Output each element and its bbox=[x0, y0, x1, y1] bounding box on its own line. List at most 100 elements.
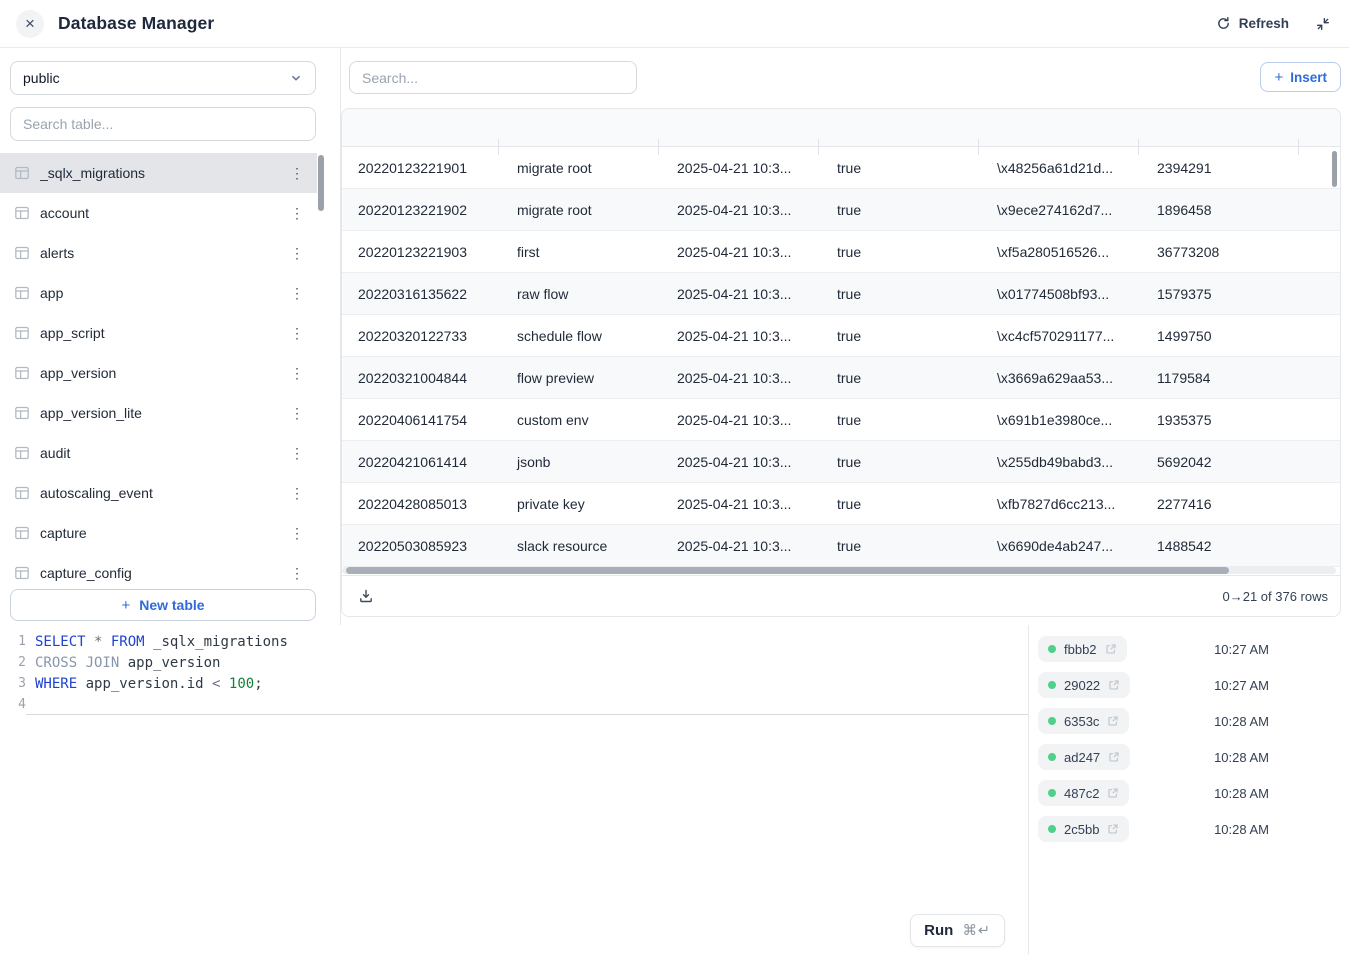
sidebar-table-item[interactable]: app ⋮ bbox=[0, 273, 317, 313]
kebab-menu-icon[interactable]: ⋮ bbox=[289, 525, 305, 542]
grid-row[interactable]: 20220123221903 first 2025-04-21 10:3... … bbox=[342, 231, 1340, 273]
app-header: × Database Manager Refresh bbox=[0, 0, 1349, 48]
cell-version: 20220321004844 bbox=[342, 370, 498, 386]
history-query-id: 29022 bbox=[1064, 678, 1100, 693]
sidebar-table-item[interactable]: capture_config ⋮ bbox=[0, 553, 317, 589]
grid-row[interactable]: 20220123221901 migrate root 2025-04-21 1… bbox=[342, 147, 1340, 189]
history-item: fbbb2 10:27 AM bbox=[1029, 631, 1349, 667]
table-name: app bbox=[40, 285, 289, 301]
schema-select-value: public bbox=[23, 70, 60, 86]
vertical-scrollbar-thumb[interactable] bbox=[1332, 151, 1337, 187]
sidebar-table-item[interactable]: _sqlx_migrations ⋮ bbox=[0, 153, 317, 193]
kebab-menu-icon[interactable]: ⋮ bbox=[289, 445, 305, 462]
code-line: 1SELECT * FROM _sqlx_migrations bbox=[0, 631, 1028, 652]
sidebar-table-item[interactable]: alerts ⋮ bbox=[0, 233, 317, 273]
refresh-button[interactable]: Refresh bbox=[1216, 16, 1289, 31]
external-link-icon[interactable] bbox=[1107, 823, 1119, 835]
grid-row[interactable]: 20220320122733 schedule flow 2025-04-21 … bbox=[342, 315, 1340, 357]
kebab-menu-icon[interactable]: ⋮ bbox=[289, 285, 305, 302]
sidebar-table-item[interactable]: audit ⋮ bbox=[0, 433, 317, 473]
grid-row[interactable]: 20220321004844 flow preview 2025-04-21 1… bbox=[342, 357, 1340, 399]
cell-installed-on: 2025-04-21 10:3... bbox=[658, 244, 818, 260]
code-line: 3WHERE app_version.id < 100; bbox=[0, 673, 1028, 694]
external-link-icon[interactable] bbox=[1108, 751, 1120, 763]
cell-version: 20220123221902 bbox=[342, 202, 498, 218]
table-name: autoscaling_event bbox=[40, 485, 289, 501]
sidebar-scrollbar[interactable] bbox=[318, 155, 324, 211]
grid-row[interactable]: 20220123221902 migrate root 2025-04-21 1… bbox=[342, 189, 1340, 231]
row-search-input[interactable] bbox=[349, 61, 637, 94]
kebab-menu-icon[interactable]: ⋮ bbox=[289, 365, 305, 382]
insert-label: Insert bbox=[1290, 70, 1327, 85]
table-search-input[interactable] bbox=[10, 107, 316, 141]
cell-installed-on: 2025-04-21 10:3... bbox=[658, 160, 818, 176]
grid-body: 20220123221901 migrate root 2025-04-21 1… bbox=[342, 147, 1340, 567]
table-name: app_script bbox=[40, 325, 289, 341]
cell-checksum: \x9ece274162d7... bbox=[978, 202, 1138, 218]
header-actions: Refresh bbox=[1216, 14, 1333, 34]
sidebar-table-item[interactable]: autoscaling_event ⋮ bbox=[0, 473, 317, 513]
cell-success: true bbox=[818, 454, 978, 470]
code-text: SELECT * FROM _sqlx_migrations bbox=[26, 631, 1028, 652]
kebab-menu-icon[interactable]: ⋮ bbox=[289, 405, 305, 422]
sql-editor[interactable]: 1SELECT * FROM _sqlx_migrations2CROSS JO… bbox=[0, 625, 1028, 954]
cell-execution-time: 1579375 bbox=[1138, 286, 1298, 302]
kebab-menu-icon[interactable]: ⋮ bbox=[289, 245, 305, 262]
run-button[interactable]: Run ⌘↵ bbox=[910, 914, 1005, 947]
chevron-down-icon bbox=[289, 71, 303, 85]
history-query-pill[interactable]: 6353c bbox=[1038, 708, 1129, 734]
data-grid: 20220123221901 migrate root 2025-04-21 1… bbox=[341, 108, 1341, 617]
sidebar-table-item[interactable]: account ⋮ bbox=[0, 193, 317, 233]
insert-button[interactable]: + Insert bbox=[1260, 62, 1341, 92]
kebab-menu-icon[interactable]: ⋮ bbox=[289, 325, 305, 342]
sidebar-table-item[interactable]: capture ⋮ bbox=[0, 513, 317, 553]
grid-row[interactable]: 20220421061414 jsonb 2025-04-21 10:3... … bbox=[342, 441, 1340, 483]
history-query-pill[interactable]: ad247 bbox=[1038, 744, 1130, 770]
cell-execution-time: 2277416 bbox=[1138, 496, 1298, 512]
close-button[interactable]: × bbox=[16, 10, 44, 38]
new-table-button[interactable]: + New table bbox=[10, 589, 316, 621]
history-query-pill[interactable]: 29022 bbox=[1038, 672, 1130, 698]
table-list: _sqlx_migrations ⋮ account ⋮ alerts ⋮ ap… bbox=[0, 153, 340, 589]
cell-checksum: \xc4cf570291177... bbox=[978, 328, 1138, 344]
cell-success: true bbox=[818, 286, 978, 302]
download-button[interactable] bbox=[356, 586, 376, 606]
sidebar-table-item[interactable]: app_version ⋮ bbox=[0, 353, 317, 393]
table-icon bbox=[14, 165, 30, 181]
success-dot bbox=[1048, 717, 1056, 725]
bottom-section: 1SELECT * FROM _sqlx_migrations2CROSS JO… bbox=[0, 625, 1349, 954]
horizontal-scrollbar-thumb[interactable] bbox=[346, 567, 1229, 574]
page-title: Database Manager bbox=[58, 13, 214, 34]
external-link-icon[interactable] bbox=[1105, 643, 1117, 655]
kebab-menu-icon[interactable]: ⋮ bbox=[289, 165, 305, 182]
grid-row[interactable]: 20220406141754 custom env 2025-04-21 10:… bbox=[342, 399, 1340, 441]
table-name: capture bbox=[40, 525, 289, 541]
cell-checksum: \x3669a629aa53... bbox=[978, 370, 1138, 386]
exit-fullscreen-button[interactable] bbox=[1313, 14, 1333, 34]
external-link-icon[interactable] bbox=[1108, 679, 1120, 691]
history-query-pill[interactable]: fbbb2 bbox=[1038, 636, 1127, 662]
history-timestamp: 10:28 AM bbox=[1214, 750, 1269, 765]
grid-row[interactable]: 20220316135622 raw flow 2025-04-21 10:3.… bbox=[342, 273, 1340, 315]
cell-installed-on: 2025-04-21 10:3... bbox=[658, 202, 818, 218]
schema-select[interactable]: public bbox=[10, 61, 316, 95]
grid-row[interactable]: 20220428085013 private key 2025-04-21 10… bbox=[342, 483, 1340, 525]
grid-scroll-area: 20220123221901 migrate root 2025-04-21 1… bbox=[342, 109, 1340, 575]
sidebar-table-item[interactable]: app_version_lite ⋮ bbox=[0, 393, 317, 433]
table-icon bbox=[14, 245, 30, 261]
history-query-pill[interactable]: 2c5bb bbox=[1038, 816, 1129, 842]
sidebar-table-item[interactable]: app_script ⋮ bbox=[0, 313, 317, 353]
external-link-icon[interactable] bbox=[1107, 715, 1119, 727]
grid-row[interactable]: 20220503085923 slack resource 2025-04-21… bbox=[342, 525, 1340, 567]
line-number: 2 bbox=[0, 655, 26, 670]
kebab-menu-icon[interactable]: ⋮ bbox=[289, 205, 305, 222]
cell-checksum: \x01774508bf93... bbox=[978, 286, 1138, 302]
history-query-pill[interactable]: 487c2 bbox=[1038, 780, 1129, 806]
cell-installed-on: 2025-04-21 10:3... bbox=[658, 328, 818, 344]
cell-description: custom env bbox=[498, 412, 658, 428]
external-link-icon[interactable] bbox=[1107, 787, 1119, 799]
table-name: capture_config bbox=[40, 565, 289, 581]
kebab-menu-icon[interactable]: ⋮ bbox=[289, 565, 305, 582]
top-section: public _sqlx_migrations ⋮ account ⋮ bbox=[0, 48, 1349, 625]
kebab-menu-icon[interactable]: ⋮ bbox=[289, 485, 305, 502]
